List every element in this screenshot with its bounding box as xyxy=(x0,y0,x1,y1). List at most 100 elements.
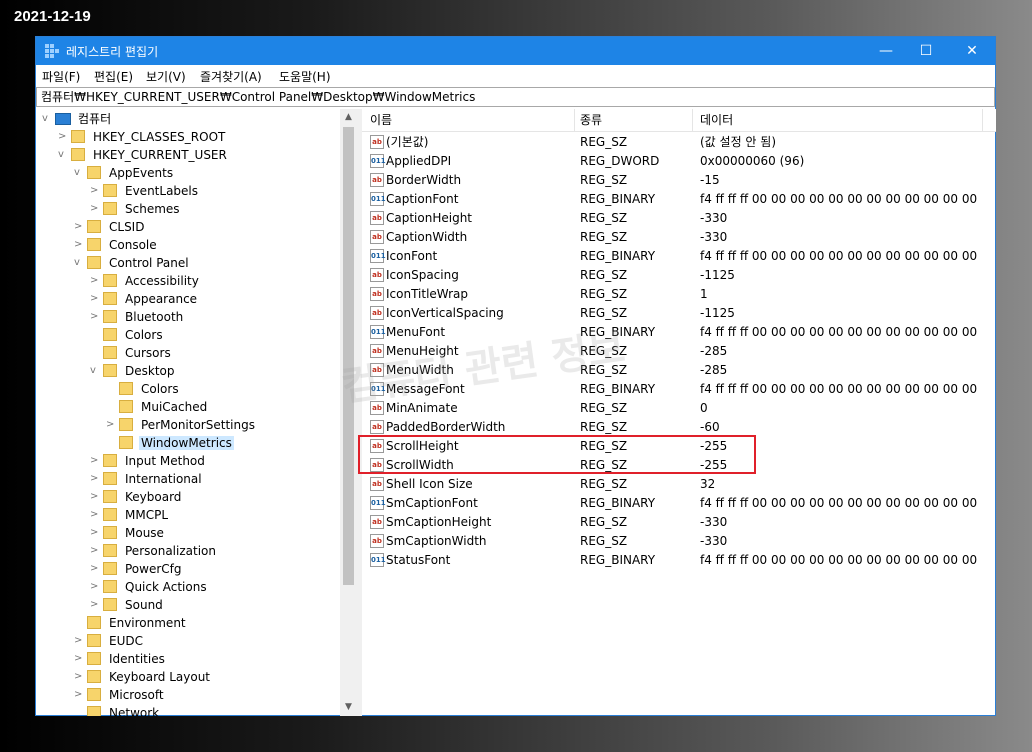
tree-node[interactable]: > Sound xyxy=(90,596,165,614)
menu-file[interactable]: 파일(F) xyxy=(42,68,80,85)
tree-node[interactable]: > Input Method xyxy=(90,452,207,470)
chevron-right-icon[interactable]: > xyxy=(90,524,103,542)
chevron-right-icon[interactable]: > xyxy=(58,128,71,146)
chevron-down-icon[interactable]: v xyxy=(90,362,103,380)
chevron-right-icon[interactable]: > xyxy=(90,488,103,506)
maximize-button[interactable]: ☐ xyxy=(903,37,949,65)
menu-help[interactable]: 도움말(H) xyxy=(279,68,331,85)
value-type: REG_SZ xyxy=(580,515,628,529)
tree-node[interactable]: v AppEvents xyxy=(74,164,175,182)
value-row[interactable]: ab IconVerticalSpacing REG_SZ -1125 xyxy=(362,304,996,323)
value-row[interactable]: ab SmCaptionWidth REG_SZ -330 xyxy=(362,532,996,551)
tree-node[interactable]: MuiCached xyxy=(106,398,209,416)
chevron-right-icon[interactable]: > xyxy=(74,632,87,650)
address-bar[interactable]: 컴퓨터₩HKEY_CURRENT_USER₩Control Panel₩Desk… xyxy=(36,87,995,107)
scroll-down-icon[interactable]: ▼ xyxy=(340,699,357,716)
tree-node[interactable]: > HKEY_CLASSES_ROOT xyxy=(58,128,227,146)
chevron-right-icon[interactable]: > xyxy=(90,506,103,524)
value-row[interactable]: ab MinAnimate REG_SZ 0 xyxy=(362,399,996,418)
value-row[interactable]: 011 SmCaptionFont REG_BINARY f4 ff ff ff 00… xyxy=(362,494,996,513)
value-row[interactable]: ab Shell Icon Size REG_SZ 32 xyxy=(362,475,996,494)
tree-node[interactable]: > Identities xyxy=(74,650,167,668)
value-row[interactable]: 011 IconFont REG_BINARY f4 ff ff ff 00 00 0… xyxy=(362,247,996,266)
tree-node[interactable]: Cursors xyxy=(90,344,173,362)
tree-node[interactable]: v Desktop xyxy=(90,362,177,380)
chevron-right-icon[interactable]: > xyxy=(90,542,103,560)
tree-node[interactable]: > EUDC xyxy=(74,632,145,650)
tree-node[interactable]: > MMCPL xyxy=(90,506,170,524)
chevron-right-icon[interactable]: > xyxy=(90,290,103,308)
chevron-right-icon[interactable]: > xyxy=(90,470,103,488)
tree-node[interactable]: > Microsoft xyxy=(74,686,166,704)
tree-node[interactable]: v Control Panel xyxy=(74,254,191,272)
chevron-right-icon[interactable]: > xyxy=(90,200,103,218)
title-bar[interactable]: 레지스트리 편집기 — ☐ ✕ xyxy=(36,37,995,65)
tree-node[interactable]: > PerMonitorSettings xyxy=(106,416,257,434)
tree-root-computer[interactable]: v 컴퓨터 xyxy=(42,110,113,128)
chevron-right-icon[interactable]: > xyxy=(74,686,87,704)
chevron-right-icon[interactable]: > xyxy=(74,650,87,668)
chevron-right-icon[interactable]: > xyxy=(90,560,103,578)
chevron-right-icon[interactable]: > xyxy=(74,218,87,236)
tree-node[interactable]: > International xyxy=(90,470,204,488)
column-divider[interactable] xyxy=(982,109,983,131)
chevron-down-icon[interactable]: v xyxy=(42,110,55,128)
menu-favorites[interactable]: 즐겨찾기(A) xyxy=(200,68,262,85)
tree-node[interactable]: > Console xyxy=(74,236,159,254)
tree-node[interactable]: > CLSID xyxy=(74,218,146,236)
folder-icon xyxy=(119,418,133,431)
value-row[interactable]: 011 CaptionFont REG_BINARY f4 ff ff ff 00 0… xyxy=(362,190,996,209)
chevron-right-icon[interactable]: > xyxy=(74,668,87,686)
tree-node[interactable]: > Keyboard xyxy=(90,488,183,506)
close-button[interactable]: ✕ xyxy=(949,37,995,65)
column-header-data[interactable]: 데이터 xyxy=(700,109,733,131)
chevron-right-icon[interactable]: > xyxy=(90,452,103,470)
chevron-right-icon[interactable]: > xyxy=(90,308,103,326)
folder-icon xyxy=(87,220,101,233)
column-divider[interactable] xyxy=(574,109,575,131)
tree-node[interactable]: > PowerCfg xyxy=(90,560,184,578)
value-row[interactable]: 011 AppliedDPI REG_DWORD 0x00000060 (96) xyxy=(362,152,996,171)
chevron-down-icon[interactable]: v xyxy=(58,146,71,164)
menu-view[interactable]: 보기(V) xyxy=(146,68,186,85)
tree-node[interactable]: Network xyxy=(74,704,161,716)
chevron-down-icon[interactable]: v xyxy=(74,254,87,272)
column-divider[interactable] xyxy=(692,109,693,131)
tree-node[interactable]: > Appearance xyxy=(90,290,199,308)
value-row[interactable]: 011 StatusFont REG_BINARY f4 ff ff ff 00 00… xyxy=(362,551,996,570)
column-header-name[interactable]: 이름 xyxy=(370,109,392,131)
tree-node[interactable]: Colors xyxy=(106,380,181,398)
chevron-right-icon[interactable]: > xyxy=(90,596,103,614)
menu-edit[interactable]: 편집(E) xyxy=(94,68,133,85)
value-row[interactable]: ab CaptionHeight REG_SZ -330 xyxy=(362,209,996,228)
value-row[interactable]: ab IconSpacing REG_SZ -1125 xyxy=(362,266,996,285)
chevron-down-icon[interactable]: v xyxy=(74,164,87,182)
tree-node[interactable]: > Mouse xyxy=(90,524,166,542)
tree-node[interactable]: v HKEY_CURRENT_USER xyxy=(58,146,229,164)
string-value-icon: ab xyxy=(370,515,384,529)
tree-node[interactable]: > EventLabels xyxy=(90,182,200,200)
tree-node[interactable]: Environment xyxy=(74,614,188,632)
tree-node[interactable]: > Schemes xyxy=(90,200,182,218)
chevron-right-icon[interactable]: > xyxy=(90,182,103,200)
column-header-type[interactable]: 종류 xyxy=(580,109,602,131)
value-row[interactable]: ab BorderWidth REG_SZ -15 xyxy=(362,171,996,190)
tree-node[interactable]: > Quick Actions xyxy=(90,578,209,596)
value-row[interactable]: ab IconTitleWrap REG_SZ 1 xyxy=(362,285,996,304)
value-row[interactable]: ab SmCaptionHeight REG_SZ -330 xyxy=(362,513,996,532)
tree-scrollbar[interactable]: ▲ ▼ xyxy=(340,109,357,716)
chevron-right-icon[interactable]: > xyxy=(74,236,87,254)
tree-node[interactable]: WindowMetrics xyxy=(106,434,234,452)
tree-node[interactable]: > Keyboard Layout xyxy=(74,668,212,686)
tree-node[interactable]: Colors xyxy=(90,326,165,344)
scroll-up-icon[interactable]: ▲ xyxy=(340,109,357,126)
chevron-right-icon[interactable]: > xyxy=(106,416,119,434)
tree-node[interactable]: > Accessibility xyxy=(90,272,201,290)
folder-icon xyxy=(103,328,117,341)
chevron-right-icon[interactable]: > xyxy=(90,578,103,596)
value-row[interactable]: ab (기본값) REG_SZ (값 설정 안 됨) xyxy=(362,133,996,152)
value-row[interactable]: ab CaptionWidth REG_SZ -330 xyxy=(362,228,996,247)
tree-node[interactable]: > Personalization xyxy=(90,542,218,560)
tree-node[interactable]: > Bluetooth xyxy=(90,308,185,326)
chevron-right-icon[interactable]: > xyxy=(90,272,103,290)
